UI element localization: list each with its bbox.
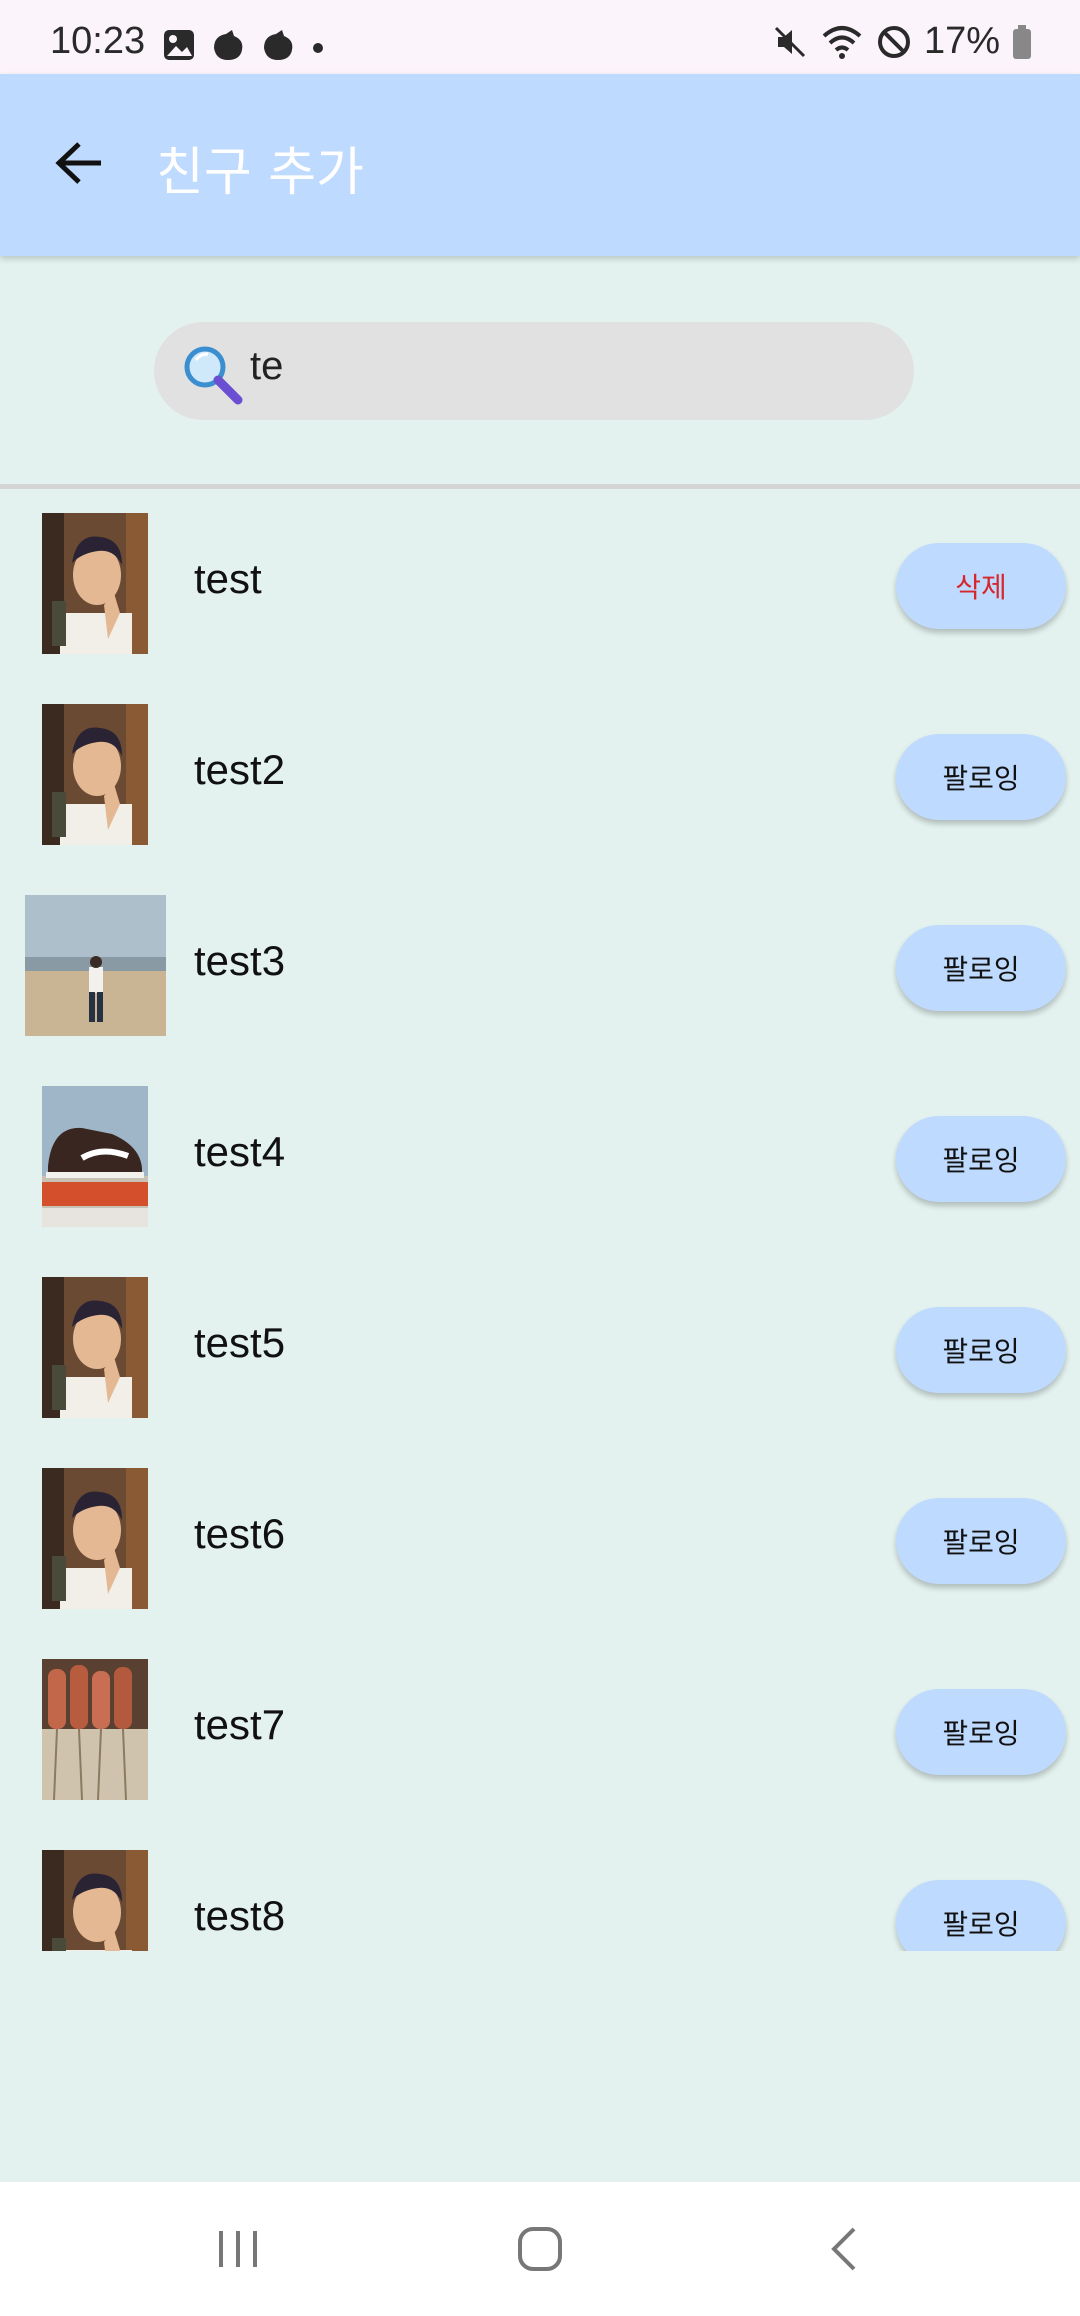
avatar xyxy=(42,513,148,654)
mute-icon xyxy=(774,26,805,57)
recent-apps-button[interactable] xyxy=(198,2218,278,2280)
following-button[interactable]: 팔로잉 xyxy=(896,1307,1066,1393)
list-item: test6 팔로잉 xyxy=(0,1444,1080,1635)
search-icon xyxy=(184,346,243,405)
following-button[interactable]: 팔로잉 xyxy=(896,925,1066,1011)
more-notifications-dot-icon xyxy=(313,43,323,53)
avatar xyxy=(42,1468,148,1609)
list-item: test 삭제 xyxy=(0,489,1080,680)
back-button[interactable] xyxy=(44,128,114,198)
user-name: test5 xyxy=(194,1319,286,1366)
following-button[interactable]: 팔로잉 xyxy=(896,734,1066,820)
recent-apps-icon xyxy=(219,2231,257,2267)
list-item: test7 팔로잉 xyxy=(0,1635,1080,1826)
battery-percent: 17% xyxy=(923,20,1000,62)
avatar xyxy=(25,895,166,1036)
user-list[interactable]: test 삭제 test2 팔로잉 test3 팔로잉 test4 팔로잉 te… xyxy=(0,489,1080,1951)
arrow-back-icon xyxy=(55,142,101,184)
avatar xyxy=(42,1086,148,1227)
user-name: test4 xyxy=(194,1128,286,1175)
app-notification-icon-2 xyxy=(264,30,293,60)
avatar xyxy=(42,1850,148,1951)
following-button[interactable]: 팔로잉 xyxy=(896,1498,1066,1584)
following-button[interactable]: 팔로잉 xyxy=(896,1116,1066,1202)
list-item: test3 팔로잉 xyxy=(0,871,1080,1062)
wifi-icon xyxy=(822,25,862,59)
battery-icon xyxy=(1013,24,1031,59)
search-area xyxy=(0,256,1080,486)
home-button[interactable] xyxy=(500,2218,580,2280)
status-time: 10:23 xyxy=(50,20,146,62)
search-bar[interactable] xyxy=(154,322,914,420)
avatar xyxy=(42,1659,148,1800)
avatar xyxy=(42,1277,148,1418)
system-back-button[interactable] xyxy=(804,2218,884,2280)
app-bar: 친구 추가 xyxy=(0,74,1080,256)
user-name: test xyxy=(194,555,262,602)
user-name: test2 xyxy=(194,746,286,793)
search-input[interactable] xyxy=(250,336,870,396)
user-name: test3 xyxy=(194,937,286,984)
user-name: test8 xyxy=(194,1892,286,1939)
user-name: test7 xyxy=(194,1701,286,1748)
status-bar: 10:23 17% xyxy=(0,0,1080,74)
page-title: 친구 추가 xyxy=(156,143,364,203)
user-name: test6 xyxy=(194,1510,286,1557)
do-not-disturb-icon xyxy=(877,25,910,58)
list-item: test8 팔로잉 xyxy=(0,1826,1080,1951)
gallery-notification-icon xyxy=(164,30,194,60)
list-item: test4 팔로잉 xyxy=(0,1062,1080,1253)
navigation-bar xyxy=(0,2182,1080,2316)
chevron-left-icon xyxy=(831,2227,856,2271)
list-item: test5 팔로잉 xyxy=(0,1253,1080,1444)
home-icon xyxy=(518,2227,562,2271)
delete-button[interactable]: 삭제 xyxy=(896,543,1066,629)
app-notification-icon xyxy=(214,30,243,60)
following-button[interactable]: 팔로잉 xyxy=(896,1689,1066,1775)
following-button[interactable]: 팔로잉 xyxy=(896,1880,1066,1951)
avatar xyxy=(42,704,148,845)
list-item: test2 팔로잉 xyxy=(0,680,1080,871)
